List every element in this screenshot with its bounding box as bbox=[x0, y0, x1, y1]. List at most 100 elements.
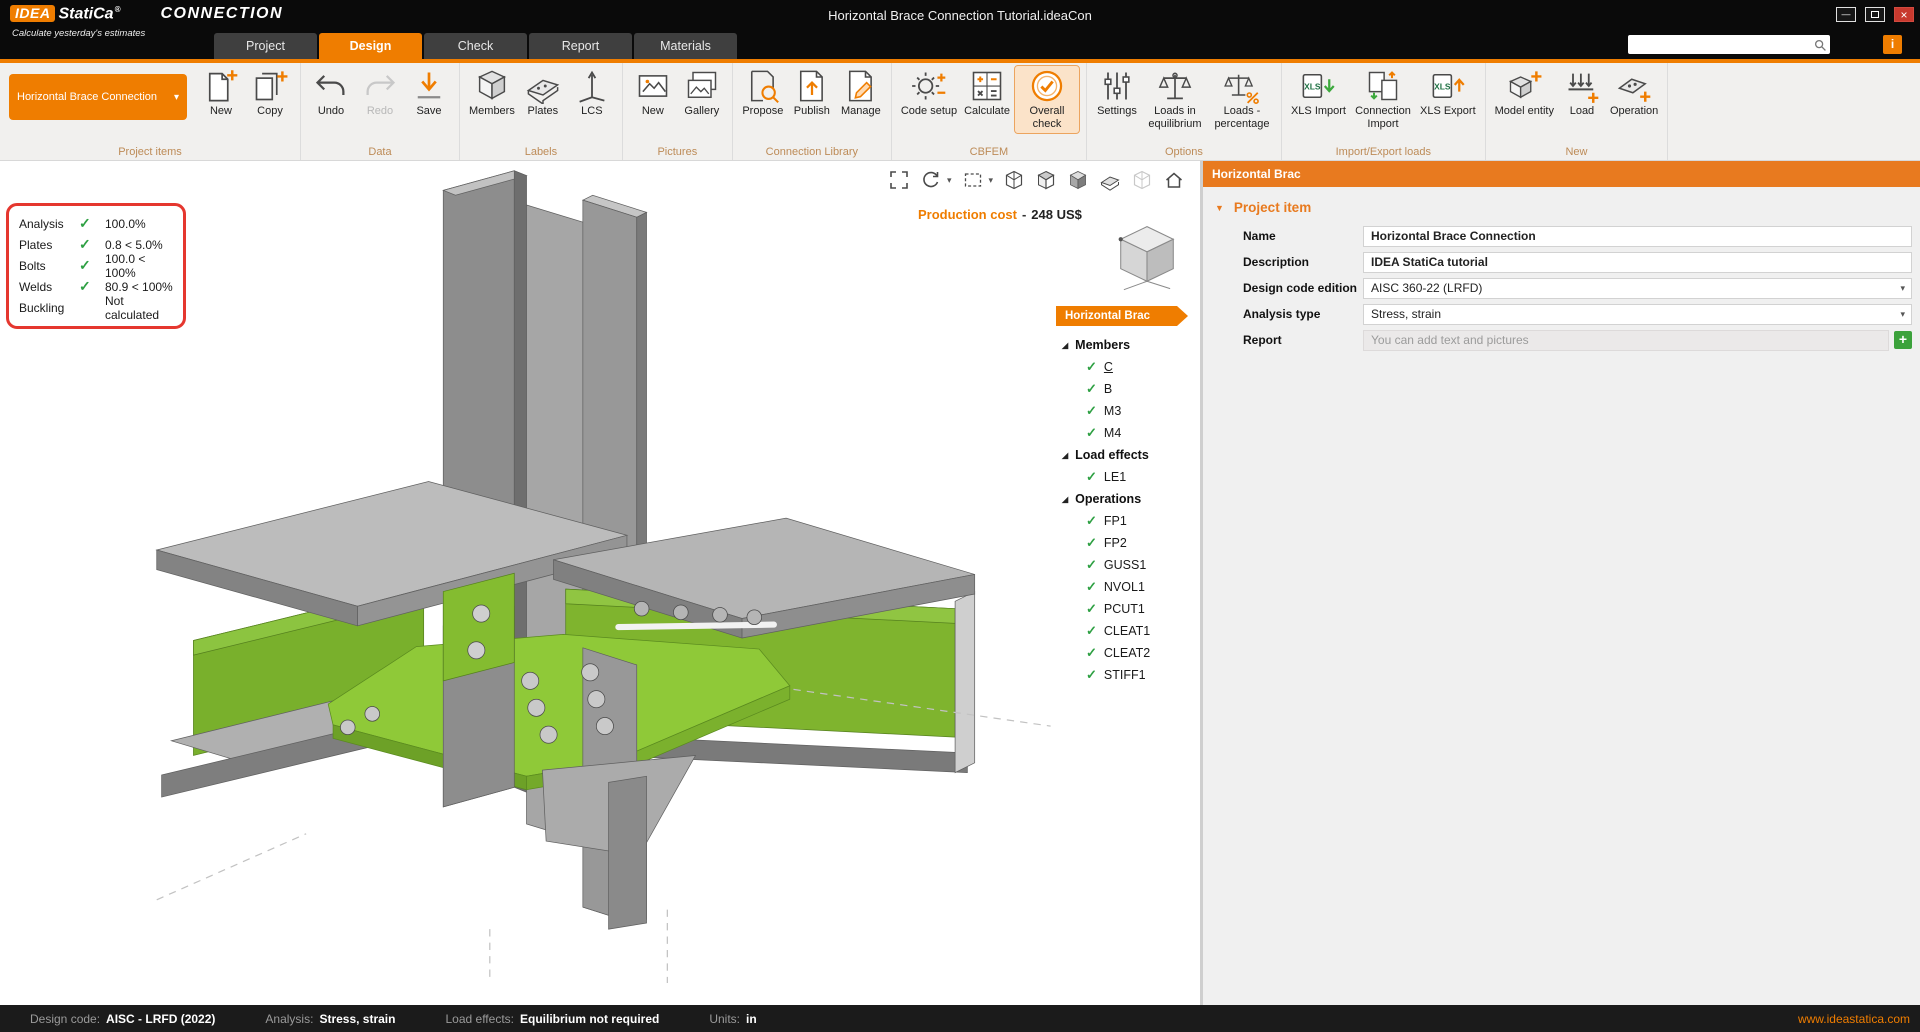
maximize-button[interactable] bbox=[1865, 7, 1885, 22]
ribbon-item-new[interactable]: New bbox=[630, 66, 676, 120]
ribbon-group-new: Model entityLoadOperationNew bbox=[1486, 63, 1669, 160]
tree-section-operations[interactable]: ◢Operations bbox=[1056, 488, 1200, 510]
tree-item-pcut1[interactable]: ✓PCUT1 bbox=[1056, 598, 1200, 620]
caret-down-icon: ▾ bbox=[174, 92, 179, 103]
expander-icon[interactable]: ◢ bbox=[1062, 451, 1068, 460]
ribbon-item-manage[interactable]: Manage bbox=[838, 66, 884, 120]
prop-row-analysis-type: Analysis typeStress, strain▾ bbox=[1203, 301, 1920, 327]
solid-view-icon[interactable] bbox=[1067, 169, 1089, 191]
summary-row-analysis: Analysis✓100.0% bbox=[19, 213, 173, 234]
ribbon-item-members[interactable]: Members bbox=[467, 66, 517, 120]
expander-icon[interactable]: ◢ bbox=[1062, 495, 1068, 504]
search-input[interactable] bbox=[1628, 37, 1813, 52]
main-tabs: ProjectDesignCheckReportMaterials bbox=[214, 33, 737, 59]
ribbon-item-xls-export[interactable]: XLSXLS Export bbox=[1418, 66, 1478, 120]
check-icon: ✓ bbox=[1086, 535, 1097, 551]
plates-view-icon[interactable] bbox=[1099, 169, 1121, 191]
tab-report[interactable]: Report bbox=[529, 33, 632, 59]
ribbon-item-publish[interactable]: Publish bbox=[789, 66, 835, 120]
tree-item-stiff1[interactable]: ✓STIFF1 bbox=[1056, 664, 1200, 686]
minimize-button[interactable]: — bbox=[1836, 7, 1856, 22]
home-view-icon[interactable] bbox=[1163, 169, 1185, 191]
tree-item-m4[interactable]: ✓M4 bbox=[1056, 422, 1200, 444]
website-link[interactable]: www.ideastatica.com bbox=[1798, 1012, 1910, 1026]
ribbon-item-gallery[interactable]: Gallery bbox=[679, 66, 725, 120]
window-title: Horizontal Brace Connection Tutorial.ide… bbox=[300, 8, 1620, 23]
check-icon: ✓ bbox=[1086, 601, 1097, 617]
tree-item-fp2[interactable]: ✓FP2 bbox=[1056, 532, 1200, 554]
production-cost-value: 248 US$ bbox=[1031, 207, 1082, 222]
tree-item-cleat1[interactable]: ✓CLEAT1 bbox=[1056, 620, 1200, 642]
lcs-icon bbox=[574, 68, 610, 104]
ribbon-item-copy[interactable]: Copy bbox=[247, 66, 293, 120]
info-button[interactable]: i bbox=[1883, 35, 1902, 54]
expander-icon[interactable]: ◢ bbox=[1062, 341, 1068, 350]
ribbon-item-overall-check[interactable]: Overall check bbox=[1015, 66, 1079, 133]
tree-section-members[interactable]: ◢Members bbox=[1056, 334, 1200, 356]
prop-field-report[interactable]: You can add text and pictures bbox=[1363, 330, 1889, 351]
ribbon-item-loads-in-equilibrium[interactable]: Loads in equilibrium bbox=[1143, 66, 1207, 133]
fit-view-icon[interactable] bbox=[888, 169, 910, 191]
ribbon-item-undo[interactable]: Undo bbox=[308, 66, 354, 120]
prop-field-name[interactable]: Horizontal Brace Connection bbox=[1363, 226, 1912, 247]
viewport-toolbar: ▾▾ bbox=[888, 169, 1185, 191]
tree-section-load-effects[interactable]: ◢Load effects bbox=[1056, 444, 1200, 466]
prop-field-description[interactable]: IDEA StatiCa tutorial bbox=[1363, 252, 1912, 273]
ribbon-item-operation[interactable]: Operation bbox=[1608, 66, 1660, 120]
transparent-view-icon bbox=[1131, 169, 1153, 191]
ribbon-item-plates[interactable]: Plates bbox=[520, 66, 566, 120]
tree-item-m3[interactable]: ✓M3 bbox=[1056, 400, 1200, 422]
publish-icon bbox=[794, 68, 830, 104]
ribbon-item-save[interactable]: Save bbox=[406, 66, 452, 120]
tree-item-le1[interactable]: ✓LE1 bbox=[1056, 466, 1200, 488]
ribbon-item-lcs[interactable]: LCS bbox=[569, 66, 615, 120]
ribbon-item-connection-import[interactable]: Connection Import bbox=[1351, 66, 1415, 133]
prop-field-design-code-edition[interactable]: AISC 360-22 (LRFD)▾ bbox=[1363, 278, 1912, 299]
xls-export-icon: XLS bbox=[1430, 68, 1466, 104]
loads-pct-icon bbox=[1224, 68, 1260, 104]
tree-item-nvol1[interactable]: ✓NVOL1 bbox=[1056, 576, 1200, 598]
tab-materials[interactable]: Materials bbox=[634, 33, 737, 59]
ribbon-item-xls-import[interactable]: XLSXLS Import bbox=[1289, 66, 1348, 120]
connection-banner[interactable]: Horizontal Brac bbox=[1056, 306, 1188, 326]
rotate-view-icon[interactable] bbox=[920, 169, 942, 191]
redo-icon bbox=[362, 68, 398, 104]
tree-item-b[interactable]: ✓B bbox=[1056, 378, 1200, 400]
ribbon-item-loads-percentage[interactable]: Loads - percentage bbox=[1210, 66, 1274, 133]
tab-design[interactable]: Design bbox=[319, 33, 422, 59]
ribbon-item-calculate[interactable]: Calculate bbox=[962, 66, 1012, 120]
add-report-button[interactable]: + bbox=[1894, 331, 1912, 349]
ribbon-item-model-entity[interactable]: Model entity bbox=[1493, 66, 1556, 120]
ribbon-item-code-setup[interactable]: Code setup bbox=[899, 66, 959, 120]
code-setup-icon bbox=[911, 68, 947, 104]
ribbon-item-load[interactable]: Load bbox=[1559, 66, 1605, 120]
section-collapse-icon[interactable]: ▼ bbox=[1215, 203, 1224, 213]
shaded-view-icon[interactable] bbox=[1035, 169, 1057, 191]
ribbon-item-settings[interactable]: Settings bbox=[1094, 66, 1140, 120]
selection-mode-icon[interactable] bbox=[962, 169, 984, 191]
search-icon[interactable] bbox=[1813, 38, 1827, 52]
navigation-cube[interactable] bbox=[1106, 214, 1188, 296]
ribbon-item-new[interactable]: New bbox=[198, 66, 244, 120]
close-icon: × bbox=[1900, 9, 1907, 21]
close-button[interactable]: × bbox=[1894, 7, 1914, 22]
tree-item-cleat2[interactable]: ✓CLEAT2 bbox=[1056, 642, 1200, 664]
wireframe-view-icon[interactable] bbox=[1003, 169, 1025, 191]
check-icon: ✓ bbox=[1086, 645, 1097, 661]
tab-project[interactable]: Project bbox=[214, 33, 317, 59]
check-icon: ✓ bbox=[1086, 667, 1097, 683]
tree-item-c[interactable]: ✓C bbox=[1056, 356, 1200, 378]
tab-check[interactable]: Check bbox=[424, 33, 527, 59]
ribbon-group-cbfem: Code setupCalculateOverall checkCBFEM bbox=[892, 63, 1087, 160]
tree-item-guss1[interactable]: ✓GUSS1 bbox=[1056, 554, 1200, 576]
ribbon-item-propose[interactable]: Propose bbox=[740, 66, 786, 120]
section-project-item[interactable]: ▼ Project item bbox=[1215, 200, 1920, 215]
project-select-button[interactable]: Horizontal Brace Connection▾ bbox=[9, 74, 187, 120]
caret-down-icon[interactable]: ▾ bbox=[989, 175, 994, 186]
prop-field-analysis-type[interactable]: Stress, strain▾ bbox=[1363, 304, 1912, 325]
caret-down-icon[interactable]: ▾ bbox=[947, 175, 952, 186]
overall-check-icon bbox=[1029, 68, 1065, 104]
tree-item-fp1[interactable]: ✓FP1 bbox=[1056, 510, 1200, 532]
viewport-3d[interactable]: Analysis✓100.0%Plates✓0.8 < 5.0%Bolts✓10… bbox=[0, 161, 1200, 1005]
statusbar-segment-design-code: Design code:AISC - LRFD (2022) bbox=[30, 1012, 215, 1026]
